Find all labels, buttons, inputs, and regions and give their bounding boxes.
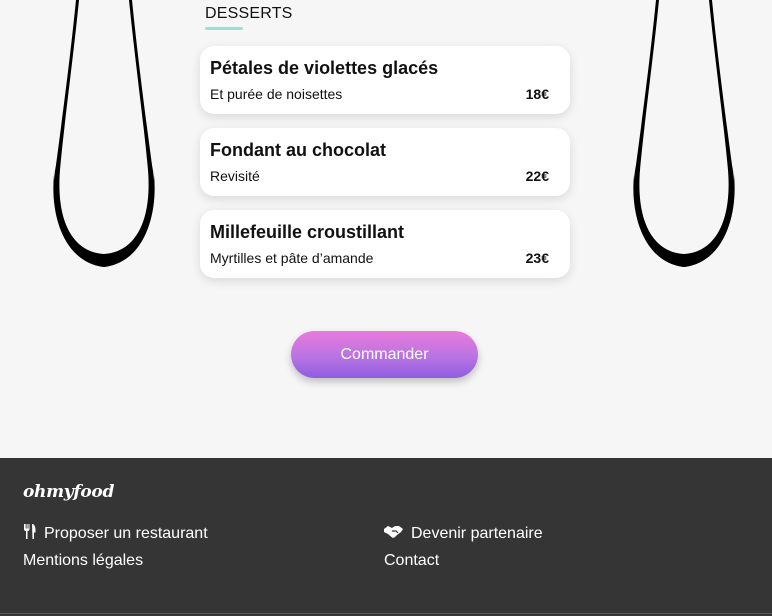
section-title: DESSERTS xyxy=(205,5,293,22)
dish-price: 18€ xyxy=(525,86,549,102)
order-button[interactable]: Commander xyxy=(291,331,478,378)
footer: ohmyfood Proposer un restaurant Mentions… xyxy=(0,458,772,616)
dish-description: Revisité xyxy=(210,168,260,184)
link-label: Devenir partenaire xyxy=(411,524,543,542)
dish-name: Millefeuille croustillant xyxy=(210,222,405,242)
spoon-right-decoration xyxy=(633,0,735,267)
dish-price: 23€ xyxy=(525,250,549,266)
link-label: Proposer un restaurant xyxy=(44,525,208,542)
link-label: Contact xyxy=(384,552,440,569)
spoon-left-decoration xyxy=(53,0,155,267)
dish-name: Fondant au chocolat xyxy=(210,140,387,160)
link-label: Mentions légales xyxy=(23,552,144,569)
utensils-icon xyxy=(23,524,36,544)
dish-description: Et purée de noisettes xyxy=(210,86,343,102)
become-partner-link[interactable]: Devenir partenaire xyxy=(384,524,543,543)
handshake-icon xyxy=(384,524,403,543)
dish-card[interactable]: Pétales de violettes glacés Et purée de … xyxy=(200,46,570,114)
dish-name: Pétales de violettes glacés xyxy=(210,58,439,78)
dish-card[interactable]: Fondant au chocolat Revisité 22€ xyxy=(200,128,570,196)
dish-description: Myrtilles et pâte d’amande xyxy=(210,250,374,266)
footer-logo[interactable]: ohmyfood xyxy=(23,482,114,502)
legal-notice-link[interactable]: Mentions légales xyxy=(23,552,143,570)
dish-price: 22€ xyxy=(525,168,549,184)
footer-bottom-divider xyxy=(0,613,772,614)
contact-link[interactable]: Contact xyxy=(384,552,439,570)
propose-restaurant-link[interactable]: Proposer un restaurant xyxy=(23,524,208,544)
section-title-underline xyxy=(205,27,243,30)
dish-card[interactable]: Millefeuille croustillant Myrtilles et p… xyxy=(200,210,570,278)
